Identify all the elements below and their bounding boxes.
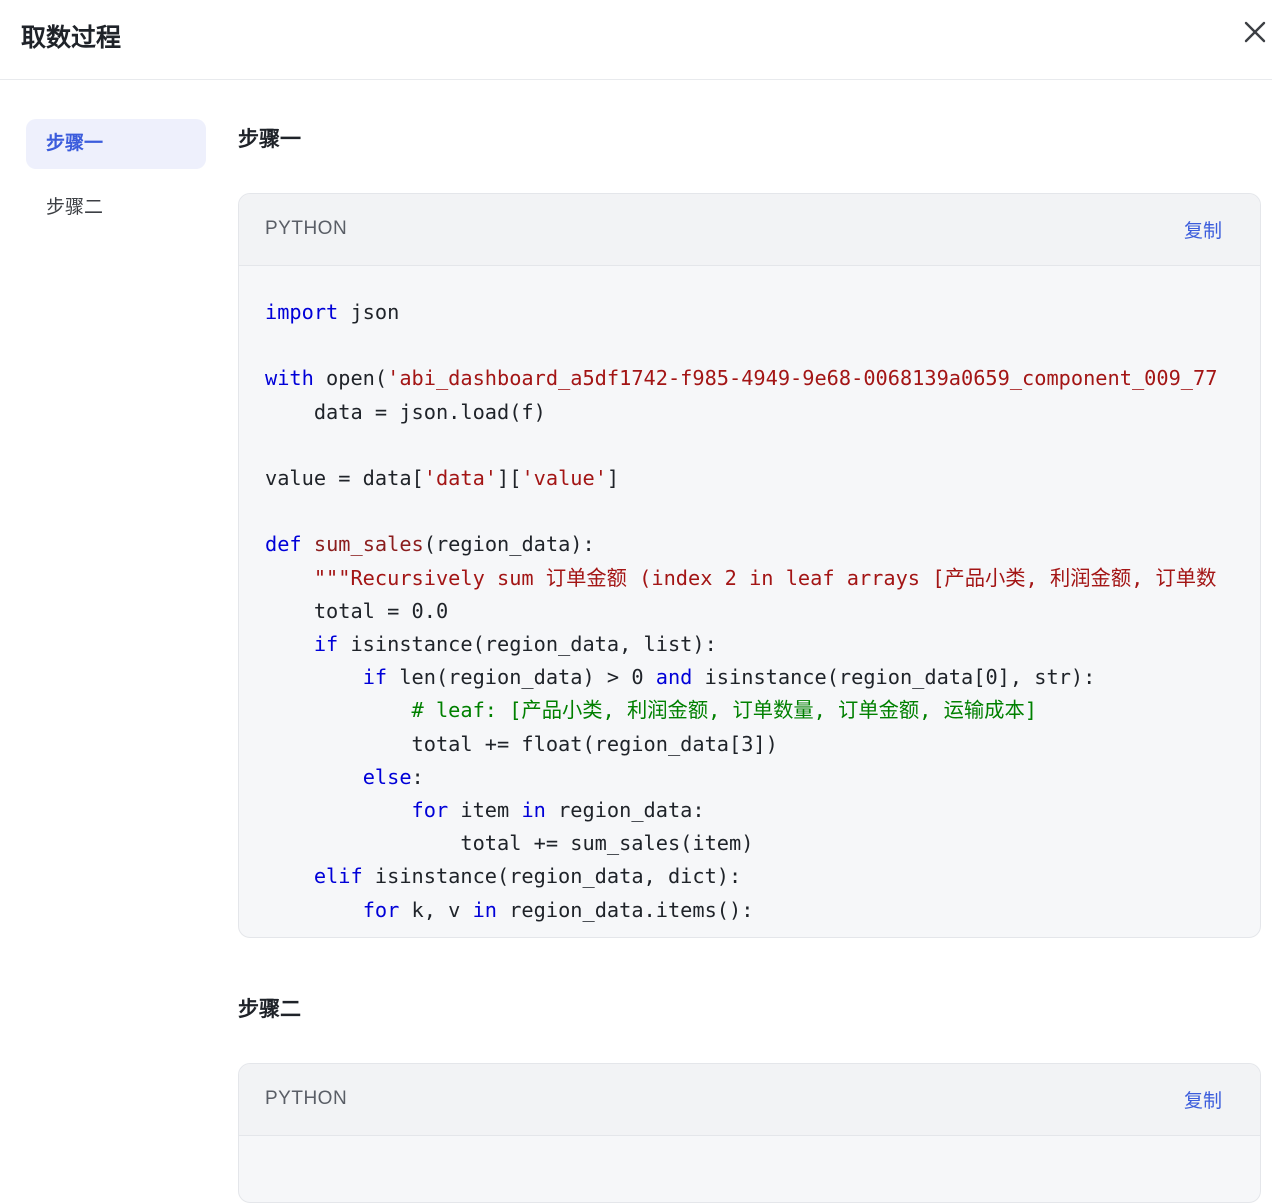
code-token: isinstance(region_data, dict): [362,864,742,889]
code-token: (region_data): [423,532,595,557]
dialog-title: 取数过程 [21,24,122,52]
code-token: region_data.items(): [497,897,754,922]
code-token: sum_sales [313,532,424,557]
code-token: : [411,764,424,789]
copy-button[interactable]: 复制 [1184,1086,1222,1113]
code-line: import json [265,296,1237,329]
code-token: k, v [399,897,473,922]
code-token: ][ [497,466,522,491]
code-token: if [362,665,388,690]
step-sidebar: 步骤一 步骤二 [26,119,206,247]
code-line: else: [265,761,1237,794]
code-text: import json with open('abi_dashboard_a5d… [265,296,1237,927]
code-token: import [265,300,339,324]
code-token: elif [313,864,363,889]
code-line: value = data['data']['value'] [265,462,1237,495]
code-token: # leaf: [产品小类, 利润金额, 订单数量, 订单金额, 运输成本] [411,698,1037,723]
code-body [239,1136,1260,1166]
code-token: isinstance(region_data[0], str): [692,665,1096,690]
code-token: total += float(region_data[3]) [265,731,778,756]
step-2-title: 步骤二 [238,998,301,1021]
sidebar-item-step-1[interactable]: 步骤一 [26,119,206,169]
code-line: data = json.load(f) [265,396,1237,429]
code-line: def sum_sales(region_data): [265,528,1237,561]
code-block-step-1: PYTHON 复制 import json with open('abi_das… [238,193,1261,938]
code-token: data = json.load(f) [265,399,546,424]
sidebar-item-step-2[interactable]: 步骤二 [26,183,206,233]
code-token: for [362,897,400,922]
code-token: open( [313,366,388,391]
code-block-step-2: PYTHON 复制 [238,1063,1261,1203]
code-token: isinstance(region_data, list): [338,632,717,657]
code-line: total += sum_sales(item) [265,827,1237,860]
code-token: 'abi_dashboard_a5df1742-f985-4949-9e68-0… [387,366,1218,391]
code-line: if len(region_data) > 0 and isinstance(r… [265,661,1237,694]
code-token: ] [606,466,620,491]
code-body: import json with open('abi_dashboard_a5d… [239,266,1260,937]
code-token: total += sum_sales(item) [265,831,754,856]
code-token: 'data' [423,466,498,491]
code-token: with [265,366,314,391]
code-token: item [448,798,522,823]
code-line: total += float(region_data[3]) [265,728,1237,761]
code-token: and [655,665,693,690]
close-icon[interactable] [1238,16,1272,50]
code-language-label: PYTHON [265,218,348,239]
code-line: for item in region_data: [265,794,1237,827]
close-button[interactable] [1238,16,1272,50]
code-line: for k, v in region_data.items(): [265,894,1237,927]
code-token: in [521,798,546,823]
code-line: # leaf: [产品小类, 利润金额, 订单数量, 订单金额, 运输成本] [265,694,1237,727]
code-line: elif isinstance(region_data, dict): [265,860,1237,893]
code-block-header: PYTHON 复制 [239,194,1260,266]
code-token: 'value' [521,466,607,491]
code-line: with open('abi_dashboard_a5df1742-f985-4… [265,362,1237,395]
code-token: len(region_data) > 0 [387,665,656,690]
code-token: json [338,300,400,324]
step-1-title: 步骤一 [238,128,301,151]
code-token: for [411,798,449,823]
code-token: region_data: [545,798,705,823]
code-token: def [265,532,302,557]
copy-button[interactable]: 复制 [1184,216,1222,243]
code-language-label: PYTHON [265,1088,348,1109]
code-token: in [472,897,498,922]
code-token: value = data[ [265,466,424,491]
code-line: """Recursively sum 订单金额 (index 2 in leaf… [265,562,1237,595]
code-token: total = 0.0 [265,598,449,623]
code-line: if isinstance(region_data, list): [265,628,1237,661]
code-token: else [362,764,412,789]
code-token: if [313,632,339,657]
code-line: total = 0.0 [265,595,1237,628]
code-block-header: PYTHON 复制 [239,1064,1260,1136]
code-token: """Recursively sum 订单金额 (index 2 in leaf… [313,565,1217,590]
dialog-header: 取数过程 [0,0,1272,80]
